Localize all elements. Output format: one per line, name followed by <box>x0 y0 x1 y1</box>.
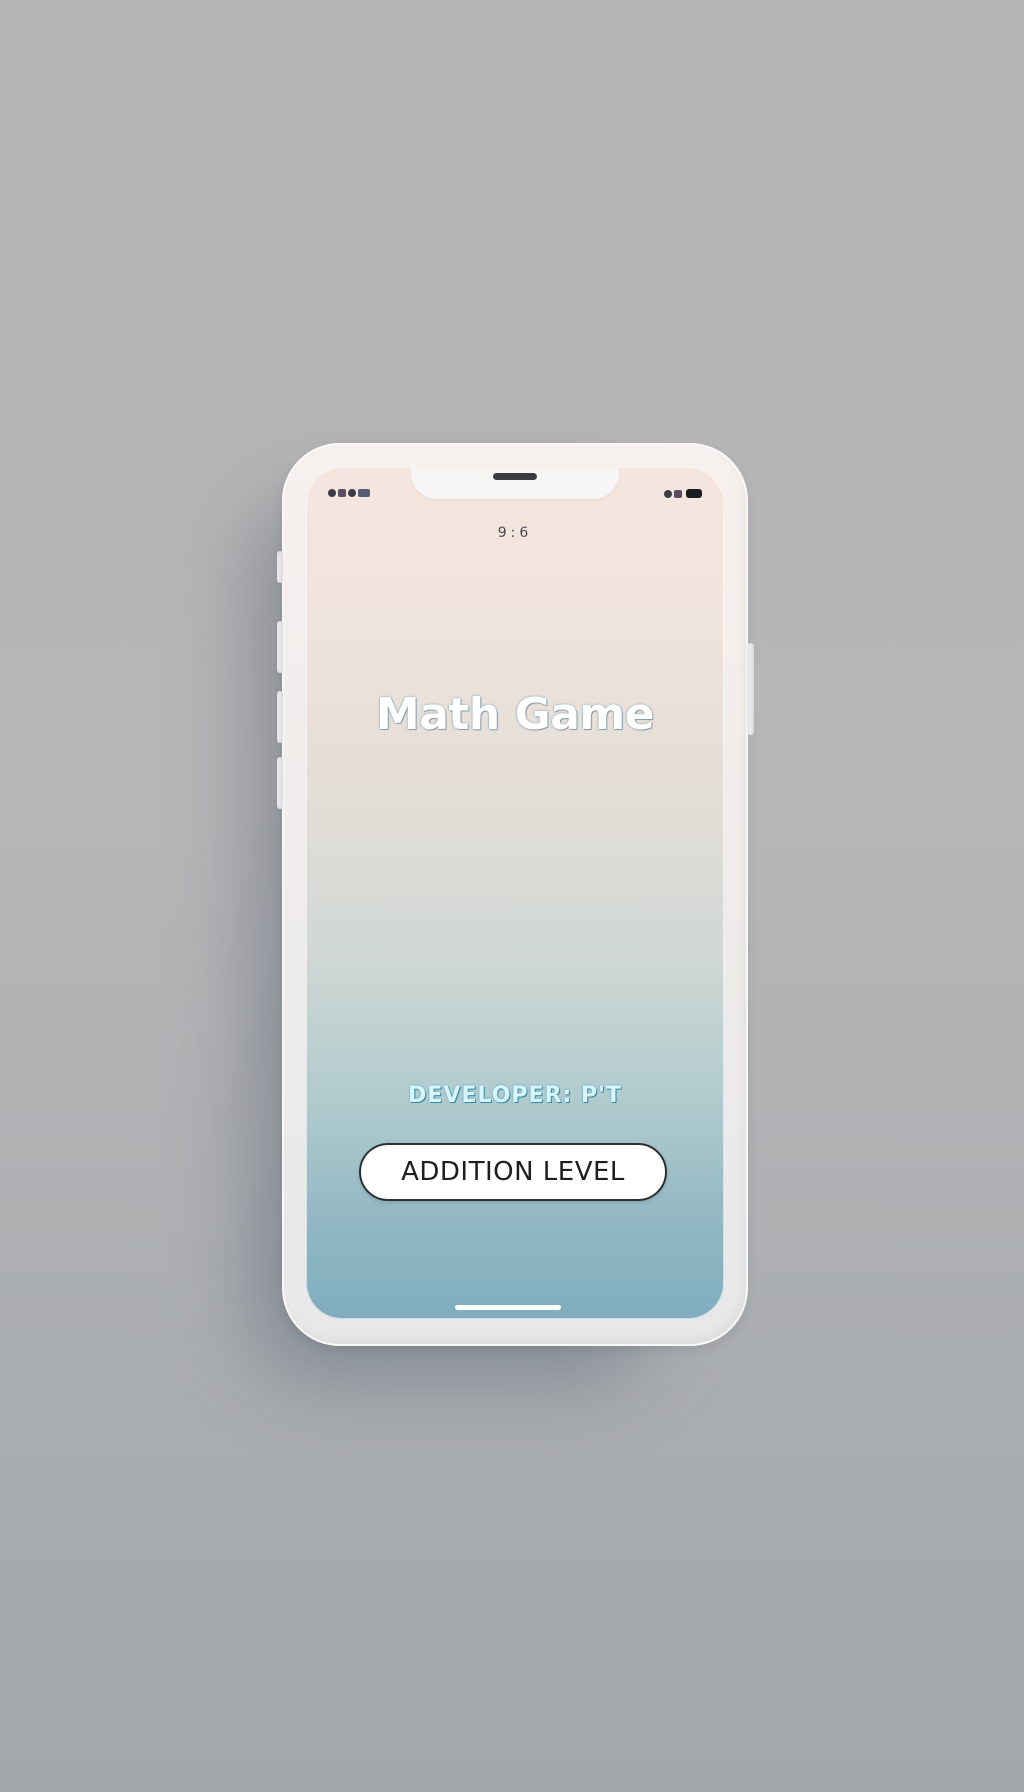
volume-up-button <box>277 621 283 673</box>
wifi-icon <box>338 489 346 497</box>
camera-icon <box>358 489 370 497</box>
side-button-lower <box>277 757 283 809</box>
addition-level-button[interactable]: ADDITION LEVEL <box>359 1143 667 1201</box>
mute-switch <box>277 551 283 583</box>
volume-down-button <box>277 691 283 743</box>
phone-frame: 9:6 Math Game DEVELOPER: P'T ADDITION LE… <box>277 443 754 1346</box>
location-icon <box>348 489 356 497</box>
status-time: 9:6 <box>497 525 533 541</box>
signal-icon <box>328 489 336 497</box>
app-screen: 9:6 Math Game DEVELOPER: P'T ADDITION LE… <box>306 467 724 1319</box>
notch <box>411 467 619 499</box>
developer-credit: DEVELOPER: P'T <box>408 1083 622 1108</box>
app-title: Math Game <box>375 689 655 740</box>
power-button <box>747 643 754 735</box>
battery-icon <box>686 489 702 498</box>
home-indicator[interactable] <box>455 1305 561 1310</box>
status-bar-right <box>664 489 702 498</box>
wifi-icon <box>674 489 682 498</box>
status-bar-left <box>328 489 370 497</box>
speaker-grille <box>493 473 537 480</box>
network-icon <box>664 489 672 498</box>
